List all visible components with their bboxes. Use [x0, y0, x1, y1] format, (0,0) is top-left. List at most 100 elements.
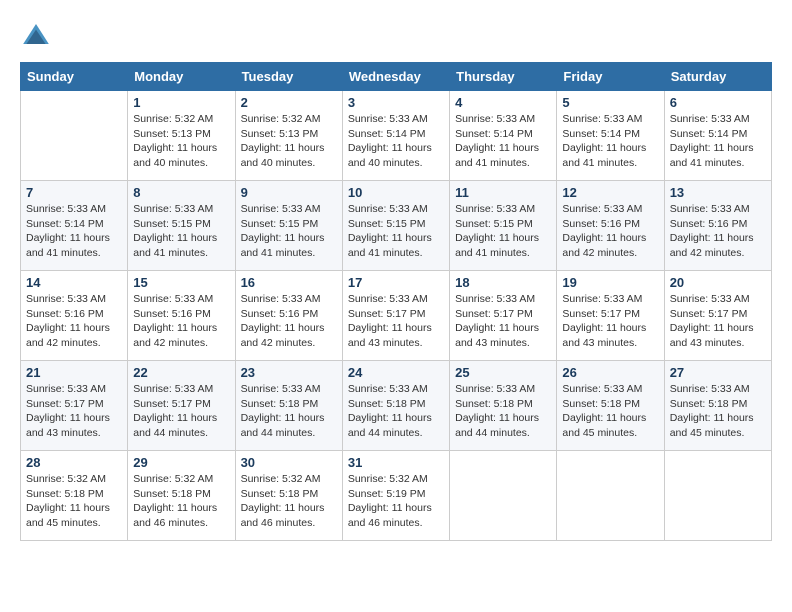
day-number: 8 — [133, 185, 229, 200]
day-number: 12 — [562, 185, 658, 200]
calendar-cell — [664, 451, 771, 541]
day-number: 9 — [241, 185, 337, 200]
day-info: Sunrise: 5:32 AMSunset: 5:18 PMDaylight:… — [26, 473, 110, 529]
day-number: 21 — [26, 365, 122, 380]
day-number: 25 — [455, 365, 551, 380]
day-number: 16 — [241, 275, 337, 290]
day-number: 29 — [133, 455, 229, 470]
day-number: 1 — [133, 95, 229, 110]
day-info: Sunrise: 5:33 AMSunset: 5:16 PMDaylight:… — [133, 293, 217, 349]
calendar-cell: 19 Sunrise: 5:33 AMSunset: 5:17 PMDaylig… — [557, 271, 664, 361]
day-info: Sunrise: 5:33 AMSunset: 5:18 PMDaylight:… — [348, 383, 432, 439]
day-number: 3 — [348, 95, 444, 110]
day-info: Sunrise: 5:33 AMSunset: 5:17 PMDaylight:… — [670, 293, 754, 349]
day-info: Sunrise: 5:33 AMSunset: 5:14 PMDaylight:… — [26, 203, 110, 259]
calendar-cell: 21 Sunrise: 5:33 AMSunset: 5:17 PMDaylig… — [21, 361, 128, 451]
calendar-cell: 29 Sunrise: 5:32 AMSunset: 5:18 PMDaylig… — [128, 451, 235, 541]
logo-icon — [20, 20, 52, 52]
calendar-cell — [21, 91, 128, 181]
day-info: Sunrise: 5:33 AMSunset: 5:14 PMDaylight:… — [670, 113, 754, 169]
calendar-cell: 11 Sunrise: 5:33 AMSunset: 5:15 PMDaylig… — [450, 181, 557, 271]
day-info: Sunrise: 5:33 AMSunset: 5:16 PMDaylight:… — [670, 203, 754, 259]
calendar-cell: 13 Sunrise: 5:33 AMSunset: 5:16 PMDaylig… — [664, 181, 771, 271]
day-info: Sunrise: 5:33 AMSunset: 5:18 PMDaylight:… — [241, 383, 325, 439]
calendar-cell: 8 Sunrise: 5:33 AMSunset: 5:15 PMDayligh… — [128, 181, 235, 271]
day-number: 22 — [133, 365, 229, 380]
calendar-cell: 9 Sunrise: 5:33 AMSunset: 5:15 PMDayligh… — [235, 181, 342, 271]
day-info: Sunrise: 5:33 AMSunset: 5:15 PMDaylight:… — [133, 203, 217, 259]
day-number: 6 — [670, 95, 766, 110]
calendar-cell: 27 Sunrise: 5:33 AMSunset: 5:18 PMDaylig… — [664, 361, 771, 451]
calendar-cell: 2 Sunrise: 5:32 AMSunset: 5:13 PMDayligh… — [235, 91, 342, 181]
day-info: Sunrise: 5:33 AMSunset: 5:16 PMDaylight:… — [562, 203, 646, 259]
day-number: 26 — [562, 365, 658, 380]
day-info: Sunrise: 5:33 AMSunset: 5:16 PMDaylight:… — [26, 293, 110, 349]
day-number: 10 — [348, 185, 444, 200]
calendar-cell: 17 Sunrise: 5:33 AMSunset: 5:17 PMDaylig… — [342, 271, 449, 361]
day-number: 23 — [241, 365, 337, 380]
calendar-cell: 25 Sunrise: 5:33 AMSunset: 5:18 PMDaylig… — [450, 361, 557, 451]
calendar-cell: 18 Sunrise: 5:33 AMSunset: 5:17 PMDaylig… — [450, 271, 557, 361]
day-info: Sunrise: 5:33 AMSunset: 5:15 PMDaylight:… — [241, 203, 325, 259]
calendar-table: SundayMondayTuesdayWednesdayThursdayFrid… — [20, 62, 772, 541]
weekday-header-saturday: Saturday — [664, 63, 771, 91]
week-row-3: 14 Sunrise: 5:33 AMSunset: 5:16 PMDaylig… — [21, 271, 772, 361]
week-row-4: 21 Sunrise: 5:33 AMSunset: 5:17 PMDaylig… — [21, 361, 772, 451]
day-info: Sunrise: 5:33 AMSunset: 5:17 PMDaylight:… — [26, 383, 110, 439]
day-info: Sunrise: 5:33 AMSunset: 5:17 PMDaylight:… — [562, 293, 646, 349]
calendar-cell: 3 Sunrise: 5:33 AMSunset: 5:14 PMDayligh… — [342, 91, 449, 181]
calendar-cell: 23 Sunrise: 5:33 AMSunset: 5:18 PMDaylig… — [235, 361, 342, 451]
day-number: 5 — [562, 95, 658, 110]
day-info: Sunrise: 5:32 AMSunset: 5:13 PMDaylight:… — [241, 113, 325, 169]
page-header — [20, 20, 772, 52]
calendar-cell: 16 Sunrise: 5:33 AMSunset: 5:16 PMDaylig… — [235, 271, 342, 361]
day-number: 7 — [26, 185, 122, 200]
calendar-cell: 20 Sunrise: 5:33 AMSunset: 5:17 PMDaylig… — [664, 271, 771, 361]
day-info: Sunrise: 5:33 AMSunset: 5:17 PMDaylight:… — [455, 293, 539, 349]
day-number: 28 — [26, 455, 122, 470]
week-row-5: 28 Sunrise: 5:32 AMSunset: 5:18 PMDaylig… — [21, 451, 772, 541]
day-number: 17 — [348, 275, 444, 290]
day-info: Sunrise: 5:32 AMSunset: 5:18 PMDaylight:… — [133, 473, 217, 529]
calendar-cell: 28 Sunrise: 5:32 AMSunset: 5:18 PMDaylig… — [21, 451, 128, 541]
calendar-cell: 15 Sunrise: 5:33 AMSunset: 5:16 PMDaylig… — [128, 271, 235, 361]
day-info: Sunrise: 5:32 AMSunset: 5:13 PMDaylight:… — [133, 113, 217, 169]
day-number: 14 — [26, 275, 122, 290]
calendar-cell: 26 Sunrise: 5:33 AMSunset: 5:18 PMDaylig… — [557, 361, 664, 451]
calendar-cell: 5 Sunrise: 5:33 AMSunset: 5:14 PMDayligh… — [557, 91, 664, 181]
day-info: Sunrise: 5:33 AMSunset: 5:14 PMDaylight:… — [562, 113, 646, 169]
day-info: Sunrise: 5:33 AMSunset: 5:16 PMDaylight:… — [241, 293, 325, 349]
day-info: Sunrise: 5:33 AMSunset: 5:17 PMDaylight:… — [348, 293, 432, 349]
calendar-cell: 12 Sunrise: 5:33 AMSunset: 5:16 PMDaylig… — [557, 181, 664, 271]
weekday-header-thursday: Thursday — [450, 63, 557, 91]
calendar-cell: 6 Sunrise: 5:33 AMSunset: 5:14 PMDayligh… — [664, 91, 771, 181]
day-number: 11 — [455, 185, 551, 200]
day-info: Sunrise: 5:33 AMSunset: 5:18 PMDaylight:… — [455, 383, 539, 439]
weekday-header-tuesday: Tuesday — [235, 63, 342, 91]
calendar-cell: 10 Sunrise: 5:33 AMSunset: 5:15 PMDaylig… — [342, 181, 449, 271]
day-info: Sunrise: 5:33 AMSunset: 5:18 PMDaylight:… — [562, 383, 646, 439]
day-number: 13 — [670, 185, 766, 200]
weekday-header-wednesday: Wednesday — [342, 63, 449, 91]
calendar-cell: 31 Sunrise: 5:32 AMSunset: 5:19 PMDaylig… — [342, 451, 449, 541]
calendar-cell: 7 Sunrise: 5:33 AMSunset: 5:14 PMDayligh… — [21, 181, 128, 271]
calendar-cell: 14 Sunrise: 5:33 AMSunset: 5:16 PMDaylig… — [21, 271, 128, 361]
day-info: Sunrise: 5:33 AMSunset: 5:15 PMDaylight:… — [348, 203, 432, 259]
calendar-cell — [557, 451, 664, 541]
day-info: Sunrise: 5:33 AMSunset: 5:17 PMDaylight:… — [133, 383, 217, 439]
calendar-cell: 30 Sunrise: 5:32 AMSunset: 5:18 PMDaylig… — [235, 451, 342, 541]
week-row-1: 1 Sunrise: 5:32 AMSunset: 5:13 PMDayligh… — [21, 91, 772, 181]
day-info: Sunrise: 5:32 AMSunset: 5:18 PMDaylight:… — [241, 473, 325, 529]
day-info: Sunrise: 5:33 AMSunset: 5:15 PMDaylight:… — [455, 203, 539, 259]
calendar-cell: 24 Sunrise: 5:33 AMSunset: 5:18 PMDaylig… — [342, 361, 449, 451]
day-info: Sunrise: 5:32 AMSunset: 5:19 PMDaylight:… — [348, 473, 432, 529]
day-info: Sunrise: 5:33 AMSunset: 5:18 PMDaylight:… — [670, 383, 754, 439]
calendar-cell: 4 Sunrise: 5:33 AMSunset: 5:14 PMDayligh… — [450, 91, 557, 181]
calendar-cell — [450, 451, 557, 541]
day-number: 30 — [241, 455, 337, 470]
calendar-cell: 1 Sunrise: 5:32 AMSunset: 5:13 PMDayligh… — [128, 91, 235, 181]
day-number: 18 — [455, 275, 551, 290]
day-number: 2 — [241, 95, 337, 110]
day-number: 19 — [562, 275, 658, 290]
day-number: 4 — [455, 95, 551, 110]
